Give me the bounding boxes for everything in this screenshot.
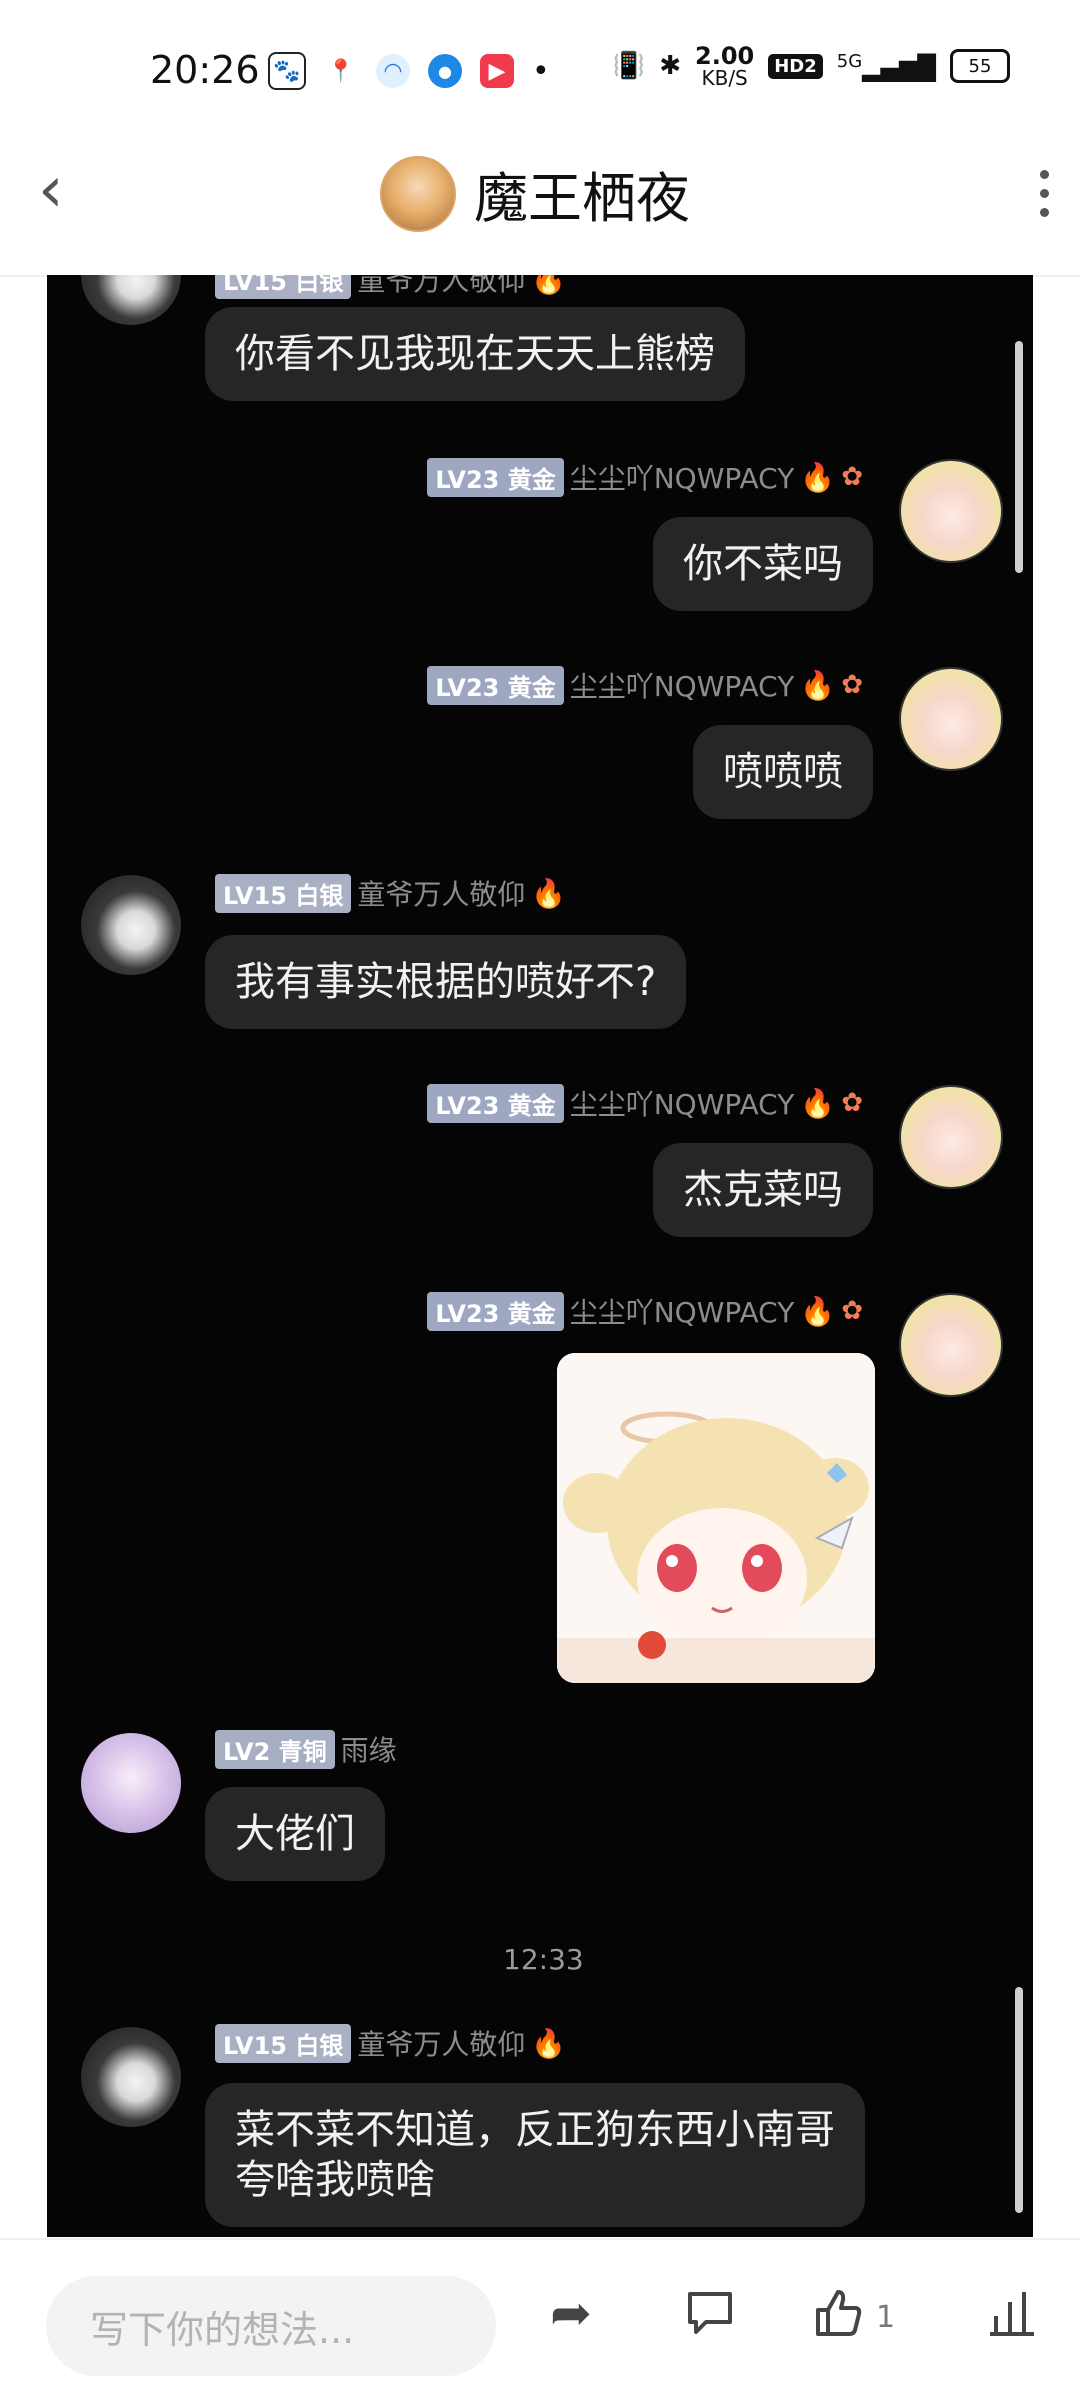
bottom-action-bar: 写下你的想法... ➦ 1 bbox=[0, 2238, 1080, 2402]
share-icon[interactable]: ➦ bbox=[550, 2288, 592, 2338]
flower-icon: ✿ bbox=[841, 1296, 863, 1326]
location-icon: ● bbox=[428, 54, 462, 88]
flower-icon: ✿ bbox=[841, 670, 863, 700]
avatar[interactable] bbox=[899, 459, 1003, 563]
avatar[interactable] bbox=[81, 875, 181, 975]
flame-icon: 🔥 bbox=[531, 2026, 567, 2060]
comment-input[interactable]: 写下你的想法... bbox=[46, 2276, 496, 2376]
anime-girl-sticker-icon bbox=[557, 1353, 875, 1683]
avatar[interactable] bbox=[81, 275, 181, 325]
message-bubble: 你看不见我现在天天上熊榜 bbox=[205, 307, 745, 401]
sender-info: LV23 黄金 尘尘吖NQWPACY 🔥 ✿ bbox=[427, 665, 863, 705]
level-badge: LV15 白银 bbox=[215, 873, 352, 913]
net-speed: 2.00 KB/S bbox=[695, 42, 755, 90]
scrollbar-thumb-top[interactable] bbox=[1015, 341, 1023, 573]
sender-name: 雨缘 bbox=[340, 1734, 397, 1767]
flame-icon: 🔥 bbox=[800, 668, 836, 702]
message-timestamp: 12:33 bbox=[503, 1943, 584, 1976]
flower-icon: ✿ bbox=[841, 462, 863, 492]
message-bubble: 杰克菜吗 bbox=[653, 1143, 873, 1237]
sender-name: 尘尘吖NQWPACY bbox=[569, 1296, 795, 1329]
bluetooth-icon: ✱ bbox=[659, 51, 682, 81]
level-badge: LV23 黄金 bbox=[427, 1291, 564, 1331]
message-bubble: 你不菜吗 bbox=[653, 517, 873, 611]
level-badge: LV15 白银 bbox=[215, 2023, 352, 2063]
flame-icon: 🔥 bbox=[800, 460, 836, 494]
page-title: 魔王栖夜 bbox=[474, 167, 690, 230]
notification-icons: 🐾 📍 ◠ ● ▶ • bbox=[268, 52, 550, 90]
avatar[interactable] bbox=[899, 1293, 1003, 1397]
level-badge: LV2 青铜 bbox=[215, 1729, 335, 1769]
flame-icon: 🔥 bbox=[531, 275, 567, 296]
status-right: 📳 ✱ 2.00 KB/S HD2 5G▂▄▆█ 55 bbox=[613, 44, 1010, 88]
flame-icon: 🔥 bbox=[800, 1086, 836, 1120]
sender-name: 尘尘吖NQWPACY bbox=[569, 670, 795, 703]
header-title-group[interactable]: 魔王栖夜 bbox=[380, 154, 690, 233]
signal-icon: 5G▂▄▆█ bbox=[836, 50, 936, 82]
like-icon[interactable] bbox=[812, 2288, 864, 2346]
sender-name: 尘尘吖NQWPACY bbox=[569, 1088, 795, 1121]
avatar[interactable] bbox=[899, 667, 1003, 771]
sender-info: LV15 白银 童爷万人敬仰 🔥 bbox=[215, 2023, 566, 2063]
sender-info: LV23 黄金 尘尘吖NQWPACY 🔥 ✿ bbox=[427, 1291, 863, 1331]
avatar[interactable] bbox=[81, 2027, 181, 2127]
message-bubble: 大佬们 bbox=[205, 1787, 385, 1881]
sender-info: LV23 黄金 尘尘吖NQWPACY 🔥 ✿ bbox=[427, 457, 863, 497]
group-avatar[interactable] bbox=[380, 155, 456, 232]
message-bubble: 喷喷喷 bbox=[693, 725, 873, 819]
hd-badge: HD2 bbox=[768, 53, 823, 79]
battery-icon: 55 bbox=[950, 49, 1010, 83]
chat-screenshot-image[interactable]: LV15 白银 童爷万人敬仰 🔥 你看不见我现在天天上熊榜 LV23 黄金 尘尘… bbox=[47, 275, 1033, 2237]
sender-name: 尘尘吖NQWPACY bbox=[569, 462, 795, 495]
avatar[interactable] bbox=[899, 1085, 1003, 1189]
level-badge: LV15 白银 bbox=[215, 275, 352, 299]
browser-icon: ◠ bbox=[376, 54, 410, 88]
back-button[interactable]: ‹ bbox=[38, 158, 64, 222]
video-icon: ▶ bbox=[480, 54, 514, 88]
sender-info: LV2 青铜 雨缘 bbox=[215, 1729, 397, 1769]
comment-icon[interactable] bbox=[684, 2288, 736, 2346]
avatar[interactable] bbox=[81, 1733, 181, 1833]
maps-icon: 📍 bbox=[327, 58, 355, 84]
more-options-button[interactable] bbox=[1038, 170, 1050, 217]
flame-icon: 🔥 bbox=[800, 1294, 836, 1328]
message-bubble: 我有事实根据的喷好不? bbox=[205, 935, 687, 1029]
level-badge: LV23 黄金 bbox=[427, 1083, 564, 1123]
like-count: 1 bbox=[876, 2300, 896, 2335]
message-bubble: 菜不菜不知道，反正狗东西小南哥夸啥我喷啥 bbox=[205, 2083, 865, 2227]
level-badge: LV23 黄金 bbox=[427, 665, 564, 705]
chat-header: ‹ 魔王栖夜 bbox=[0, 130, 1080, 277]
status-bar: 20:26 🐾 📍 ◠ ● ▶ • 📳 ✱ 2.00 KB/S HD2 5G▂▄… bbox=[0, 0, 1080, 130]
sender-info: LV15 白银 童爷万人敬仰 🔥 bbox=[215, 873, 566, 913]
sender-info: LV15 白银 童爷万人敬仰 🔥 bbox=[215, 275, 566, 299]
stats-icon[interactable] bbox=[986, 2288, 1038, 2346]
sender-name: 童爷万人敬仰 bbox=[357, 275, 526, 297]
flame-icon: 🔥 bbox=[531, 876, 567, 910]
sender-info: LV23 黄金 尘尘吖NQWPACY 🔥 ✿ bbox=[427, 1083, 863, 1123]
status-time: 20:26 bbox=[150, 48, 260, 92]
flower-icon: ✿ bbox=[841, 1088, 863, 1118]
sender-name: 童爷万人敬仰 bbox=[357, 2028, 526, 2061]
baidu-icon: 🐾 bbox=[268, 52, 306, 90]
scrollbar-thumb-bottom[interactable] bbox=[1015, 1987, 1023, 2213]
sticker-image[interactable] bbox=[557, 1353, 875, 1683]
sender-name: 童爷万人敬仰 bbox=[357, 878, 526, 911]
dot-icon: • bbox=[532, 53, 550, 89]
level-badge: LV23 黄金 bbox=[427, 457, 564, 497]
vibrate-icon: 📳 bbox=[612, 51, 646, 81]
